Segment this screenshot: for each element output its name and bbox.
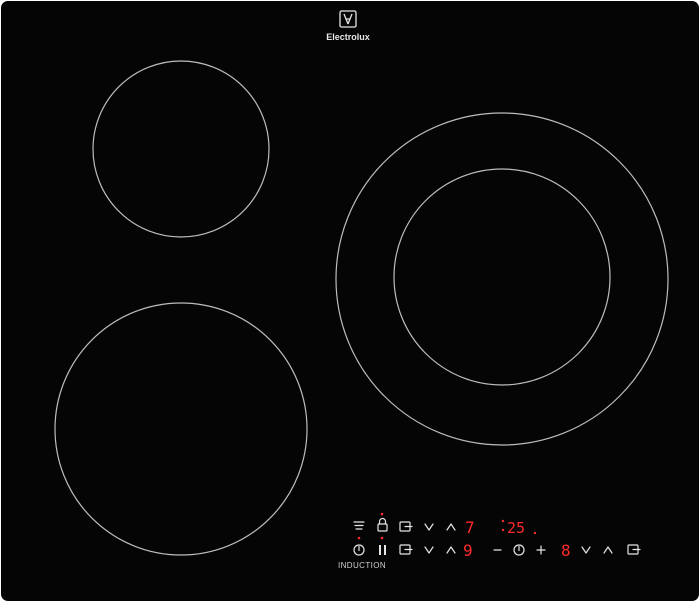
- zone-upper-power-display: 7: [465, 518, 475, 537]
- glass-panel: [1, 1, 699, 601]
- timer-indicator-dot-top: [501, 519, 505, 523]
- lock-indicator-led-bottom: [380, 536, 384, 540]
- timer-value: 25: [507, 519, 525, 537]
- hob-surface: Electrolux 7 25 9 8 INDUCTION: [1, 1, 699, 601]
- timer-indicator-dot-bottom: [501, 528, 505, 532]
- induction-hob: Electrolux 7 25 9 8 INDUCTION: [0, 0, 700, 602]
- induction-label: INDUCTION: [338, 561, 386, 570]
- zone-lower-power-display: 9: [463, 541, 473, 560]
- brand-name: Electrolux: [326, 32, 370, 42]
- hob2hood-indicator-led: [357, 536, 361, 540]
- timer-zone-power-display: 8: [561, 541, 571, 560]
- timer-decimal-dot: [533, 531, 537, 535]
- lock-indicator-led-top: [380, 512, 384, 516]
